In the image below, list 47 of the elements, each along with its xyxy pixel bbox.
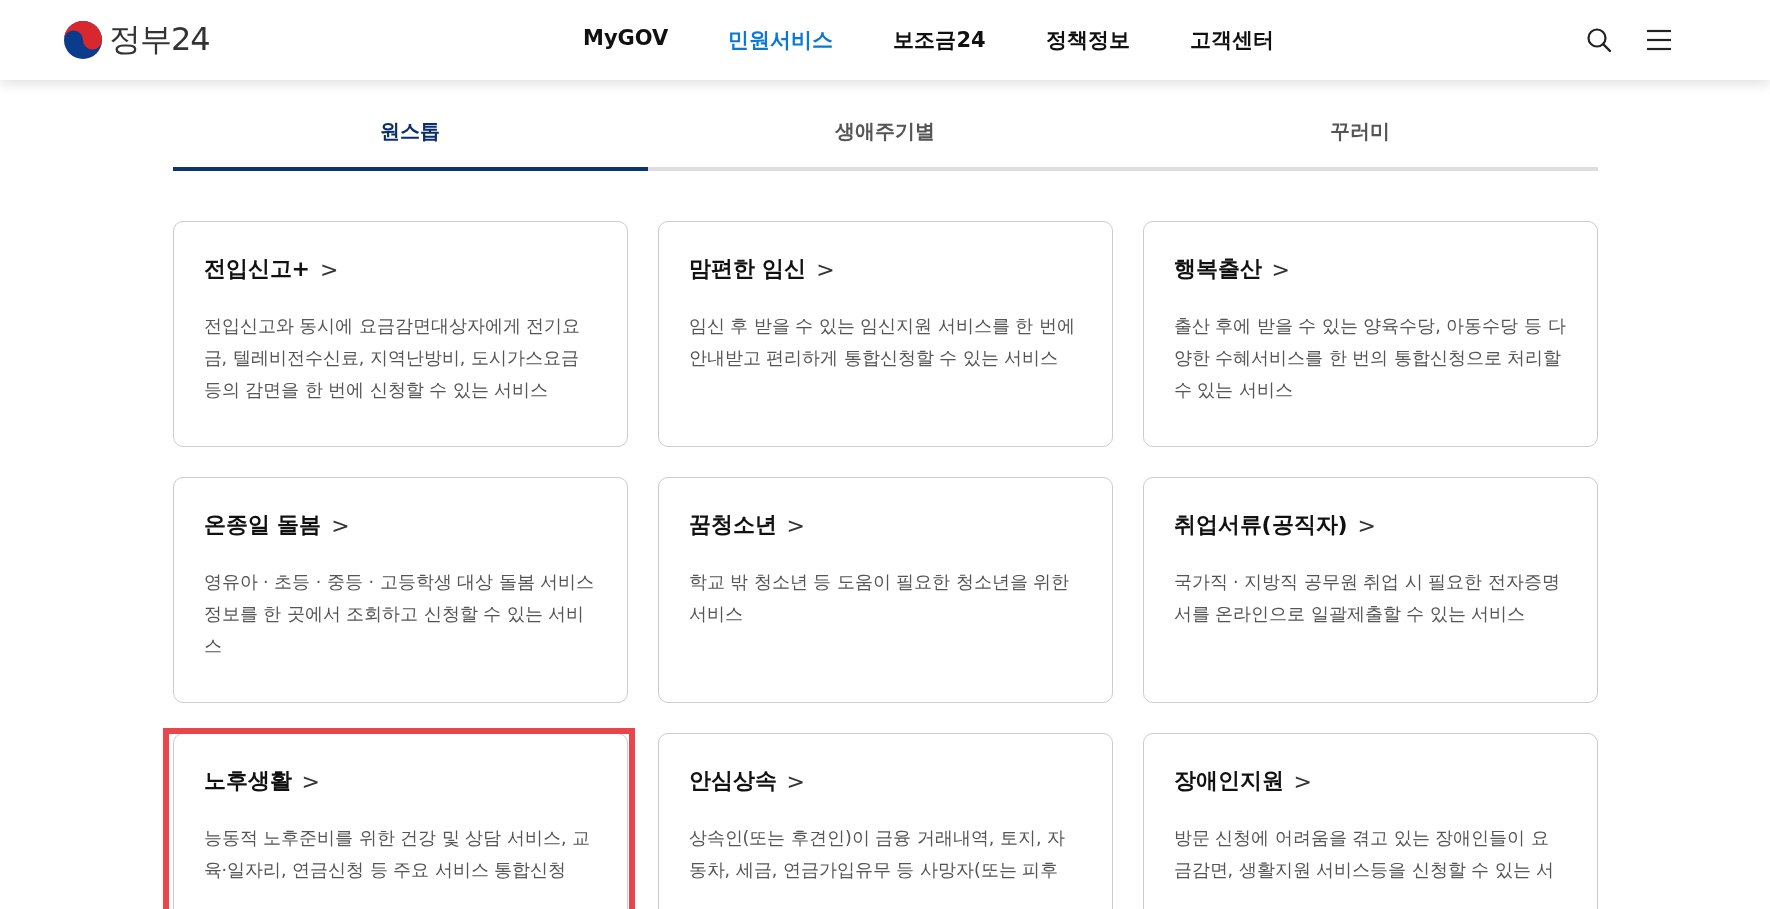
nav-link[interactable]: MyGOV bbox=[583, 26, 669, 54]
card-title: 노후생활 bbox=[203, 767, 292, 795]
service-card[interactable]: 장애인지원 > 방문 신청에 어려움을 겪고 있는 장애인들이 요금감면, 생활지원 서비스등을 신청할 수 있는 서 bbox=[1142, 733, 1598, 909]
service-card[interactable]: 안심상속 > 상속인(또는 후견인)이 금융 거래내역, 토지, 자동차, 세금, 연금가입유무 등 사망자(또는 피후 bbox=[657, 733, 1113, 909]
chevron-icon: > bbox=[1293, 768, 1312, 794]
tab[interactable]: 꾸러미 bbox=[1122, 100, 1598, 171]
service-card[interactable]: 취업서류(공직자) > 국가직 · 지방직 공무원 취업 시 필요한 전자증명서를 온라인으로 일괄제출할 수 있는 서비스 bbox=[1142, 477, 1598, 703]
card-description: 능동적 노후준비를 위한 건강 및 상담 서비스, 교육·일자리, 연금신청 등 주요 서비스 통합신청 bbox=[203, 827, 591, 882]
card-title: 온종일 돌봄 bbox=[203, 511, 322, 539]
chevron-icon: > bbox=[331, 512, 350, 538]
chevron-icon: > bbox=[1357, 512, 1377, 538]
card-description: 영유아 · 초등 · 중등 · 고등학생 대상 돌봄 서비스 정보를 한 곳에서 조회하고 신청할 수 있는 서비스 bbox=[203, 571, 596, 658]
card-title: 전입신고+ bbox=[203, 255, 310, 283]
logo-text[interactable]: 정부24 bbox=[109, 18, 210, 62]
card-description: 전입신고와 동시에 요금감면대상자에게 전기요금, 텔레비전수신료, 지역난방비, 도시가스요금 등의 감면을 한 번에 신청할 수 있는 서비스 bbox=[203, 315, 582, 402]
nav-link[interactable]: 민원서비스 bbox=[728, 26, 834, 54]
nav-link[interactable]: 정책정보 bbox=[1045, 26, 1130, 54]
chevron-icon: > bbox=[319, 256, 339, 282]
logo-icon bbox=[63, 20, 103, 60]
tab[interactable]: 원스톱 bbox=[172, 100, 648, 171]
tab[interactable]: 생애주기별 bbox=[647, 100, 1123, 171]
card-title: 행복출산 bbox=[1173, 255, 1262, 283]
card-description: 임신 후 받을 수 있는 임신지원 서비스를 한 번에 안내받고 편리하게 통합신청할 수 있는 서비스 bbox=[688, 315, 1076, 370]
menu-icon[interactable] bbox=[1646, 29, 1672, 51]
service-card[interactable]: 온종일 돌봄 > 영유아 · 초등 · 중등 · 고등학생 대상 돌봄 서비스 정보를 한 곳에서 조회하고 신청할 수 있는 서비스 bbox=[172, 477, 628, 703]
card-title: 취업서류(공직자) bbox=[1173, 511, 1348, 539]
service-card[interactable]: 전입신고+ > 전입신고와 동시에 요금감면대상자에게 전기요금, 텔레비전수신료, 지역난방비, 도시가스요금 등의 감면을 한 번에 신청할 수 있는 서비스 bbox=[172, 221, 628, 447]
chevron-icon: > bbox=[786, 768, 805, 794]
chevron-icon: > bbox=[301, 768, 320, 794]
card-title: 맘편한 임신 bbox=[688, 255, 807, 283]
chevron-icon: > bbox=[816, 256, 835, 282]
service-card[interactable]: 맘편한 임신 > 임신 후 받을 수 있는 임신지원 서비스를 한 번에 안내받고 편리하게 통합신청할 수 있는 서비스 bbox=[657, 221, 1113, 447]
card-title: 꿈청소년 bbox=[688, 511, 777, 539]
service-card[interactable]: 꿈청소년 > 학교 밖 청소년 등 도움이 필요한 청소년을 위한 서비스 bbox=[657, 477, 1113, 703]
card-description: 학교 밖 청소년 등 도움이 필요한 청소년을 위한 서비스 bbox=[688, 571, 1071, 626]
card-description: 방문 신청에 어려움을 겪고 있는 장애인들이 요금감면, 생활지원 서비스등을 신청할 수 있는 서 bbox=[1173, 827, 1556, 882]
chevron-icon: > bbox=[786, 512, 805, 538]
nav-link[interactable]: 고객센터 bbox=[1189, 26, 1274, 54]
card-title: 안심상속 bbox=[688, 767, 777, 795]
card-description: 국가직 · 지방직 공무원 취업 시 필요한 전자증명서를 온라인으로 일괄제출할 수 있는 서비스 bbox=[1173, 571, 1561, 626]
search-icon[interactable] bbox=[1586, 27, 1612, 53]
card-title: 장애인지원 bbox=[1173, 767, 1284, 795]
card-description: 상속인(또는 후견인)이 금융 거래내역, 토지, 자동차, 세금, 연금가입유무 등 사망자(또는 피후 bbox=[688, 827, 1067, 882]
card-description: 출산 후에 받을 수 있는 양육수당, 아동수당 등 다양한 수혜서비스를 한 번의 통합신청으로 처리할 수 있는 서비스 bbox=[1173, 315, 1567, 402]
nav-link[interactable]: 보조금24 bbox=[893, 26, 986, 54]
service-card[interactable]: 행복출산 > 출산 후에 받을 수 있는 양육수당, 아동수당 등 다양한 수혜서비스를 한 번의 통합신청으로 처리할 수 있는 서비스 bbox=[1142, 221, 1598, 447]
chevron-icon: > bbox=[1271, 256, 1290, 282]
